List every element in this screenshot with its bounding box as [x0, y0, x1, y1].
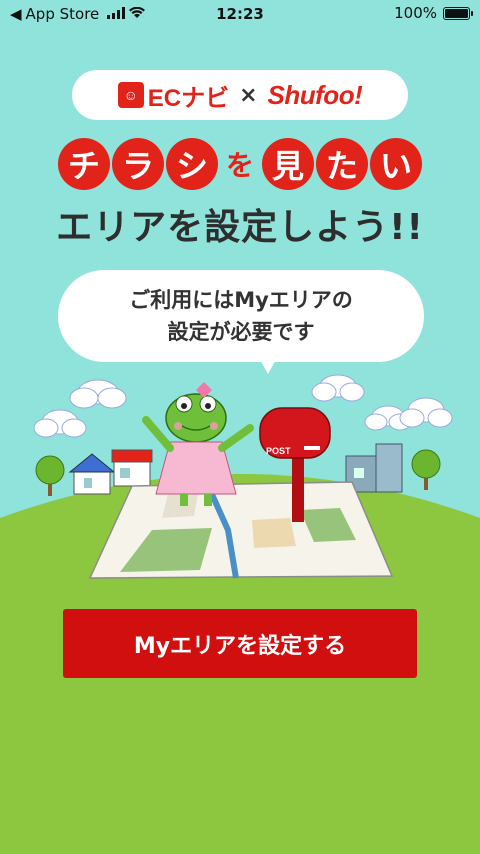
post-label: POST [266, 446, 291, 456]
headline-char: ラ [112, 138, 164, 190]
headline-char: シ [166, 138, 218, 190]
building-icon [345, 443, 403, 493]
speech-bubble: ご利用にはMyエリアの 設定が必要です [58, 270, 424, 362]
map-illustration [88, 481, 394, 579]
tree-icon [411, 449, 441, 490]
status-bar: ◀ App Store 12:23 100% [0, 0, 480, 28]
battery-percent: 100% [394, 4, 437, 22]
times-sign: × [239, 82, 258, 108]
partner-logos: ☺ ECナビ × Shufoo! [72, 70, 408, 120]
house-icon [68, 453, 116, 495]
cloud-icon [311, 374, 365, 402]
ec-navi-wordmark: ECナビ [147, 84, 230, 112]
battery-icon [443, 6, 473, 20]
cloud-icon [33, 409, 87, 438]
shufoo-logo: Shufoo! [267, 79, 363, 110]
shop-icon [111, 449, 153, 487]
ec-navi-logo: ☺ ECナビ [117, 78, 230, 113]
set-my-area-button[interactable]: Myエリアを設定する [63, 609, 417, 678]
headline-char: た [316, 138, 368, 190]
bubble-line2: 設定が必要です [167, 320, 315, 344]
cloud-icon [69, 379, 127, 409]
headline-line2: エリアを設定しよう!! [56, 207, 424, 248]
cloud-icon [399, 397, 453, 428]
frog-character [142, 382, 254, 506]
headline-char: を [225, 149, 254, 182]
headline-char: チ [58, 138, 110, 190]
headline-line1: チ ラ シ を 見 た い [0, 138, 480, 190]
bubble-line1: ご利用にはMyエリアの [129, 288, 353, 312]
tree-icon [35, 455, 65, 496]
headline-char: い [370, 138, 422, 190]
ec-navi-bag-icon: ☺ [117, 82, 144, 108]
headline-char: 見 [262, 138, 314, 190]
